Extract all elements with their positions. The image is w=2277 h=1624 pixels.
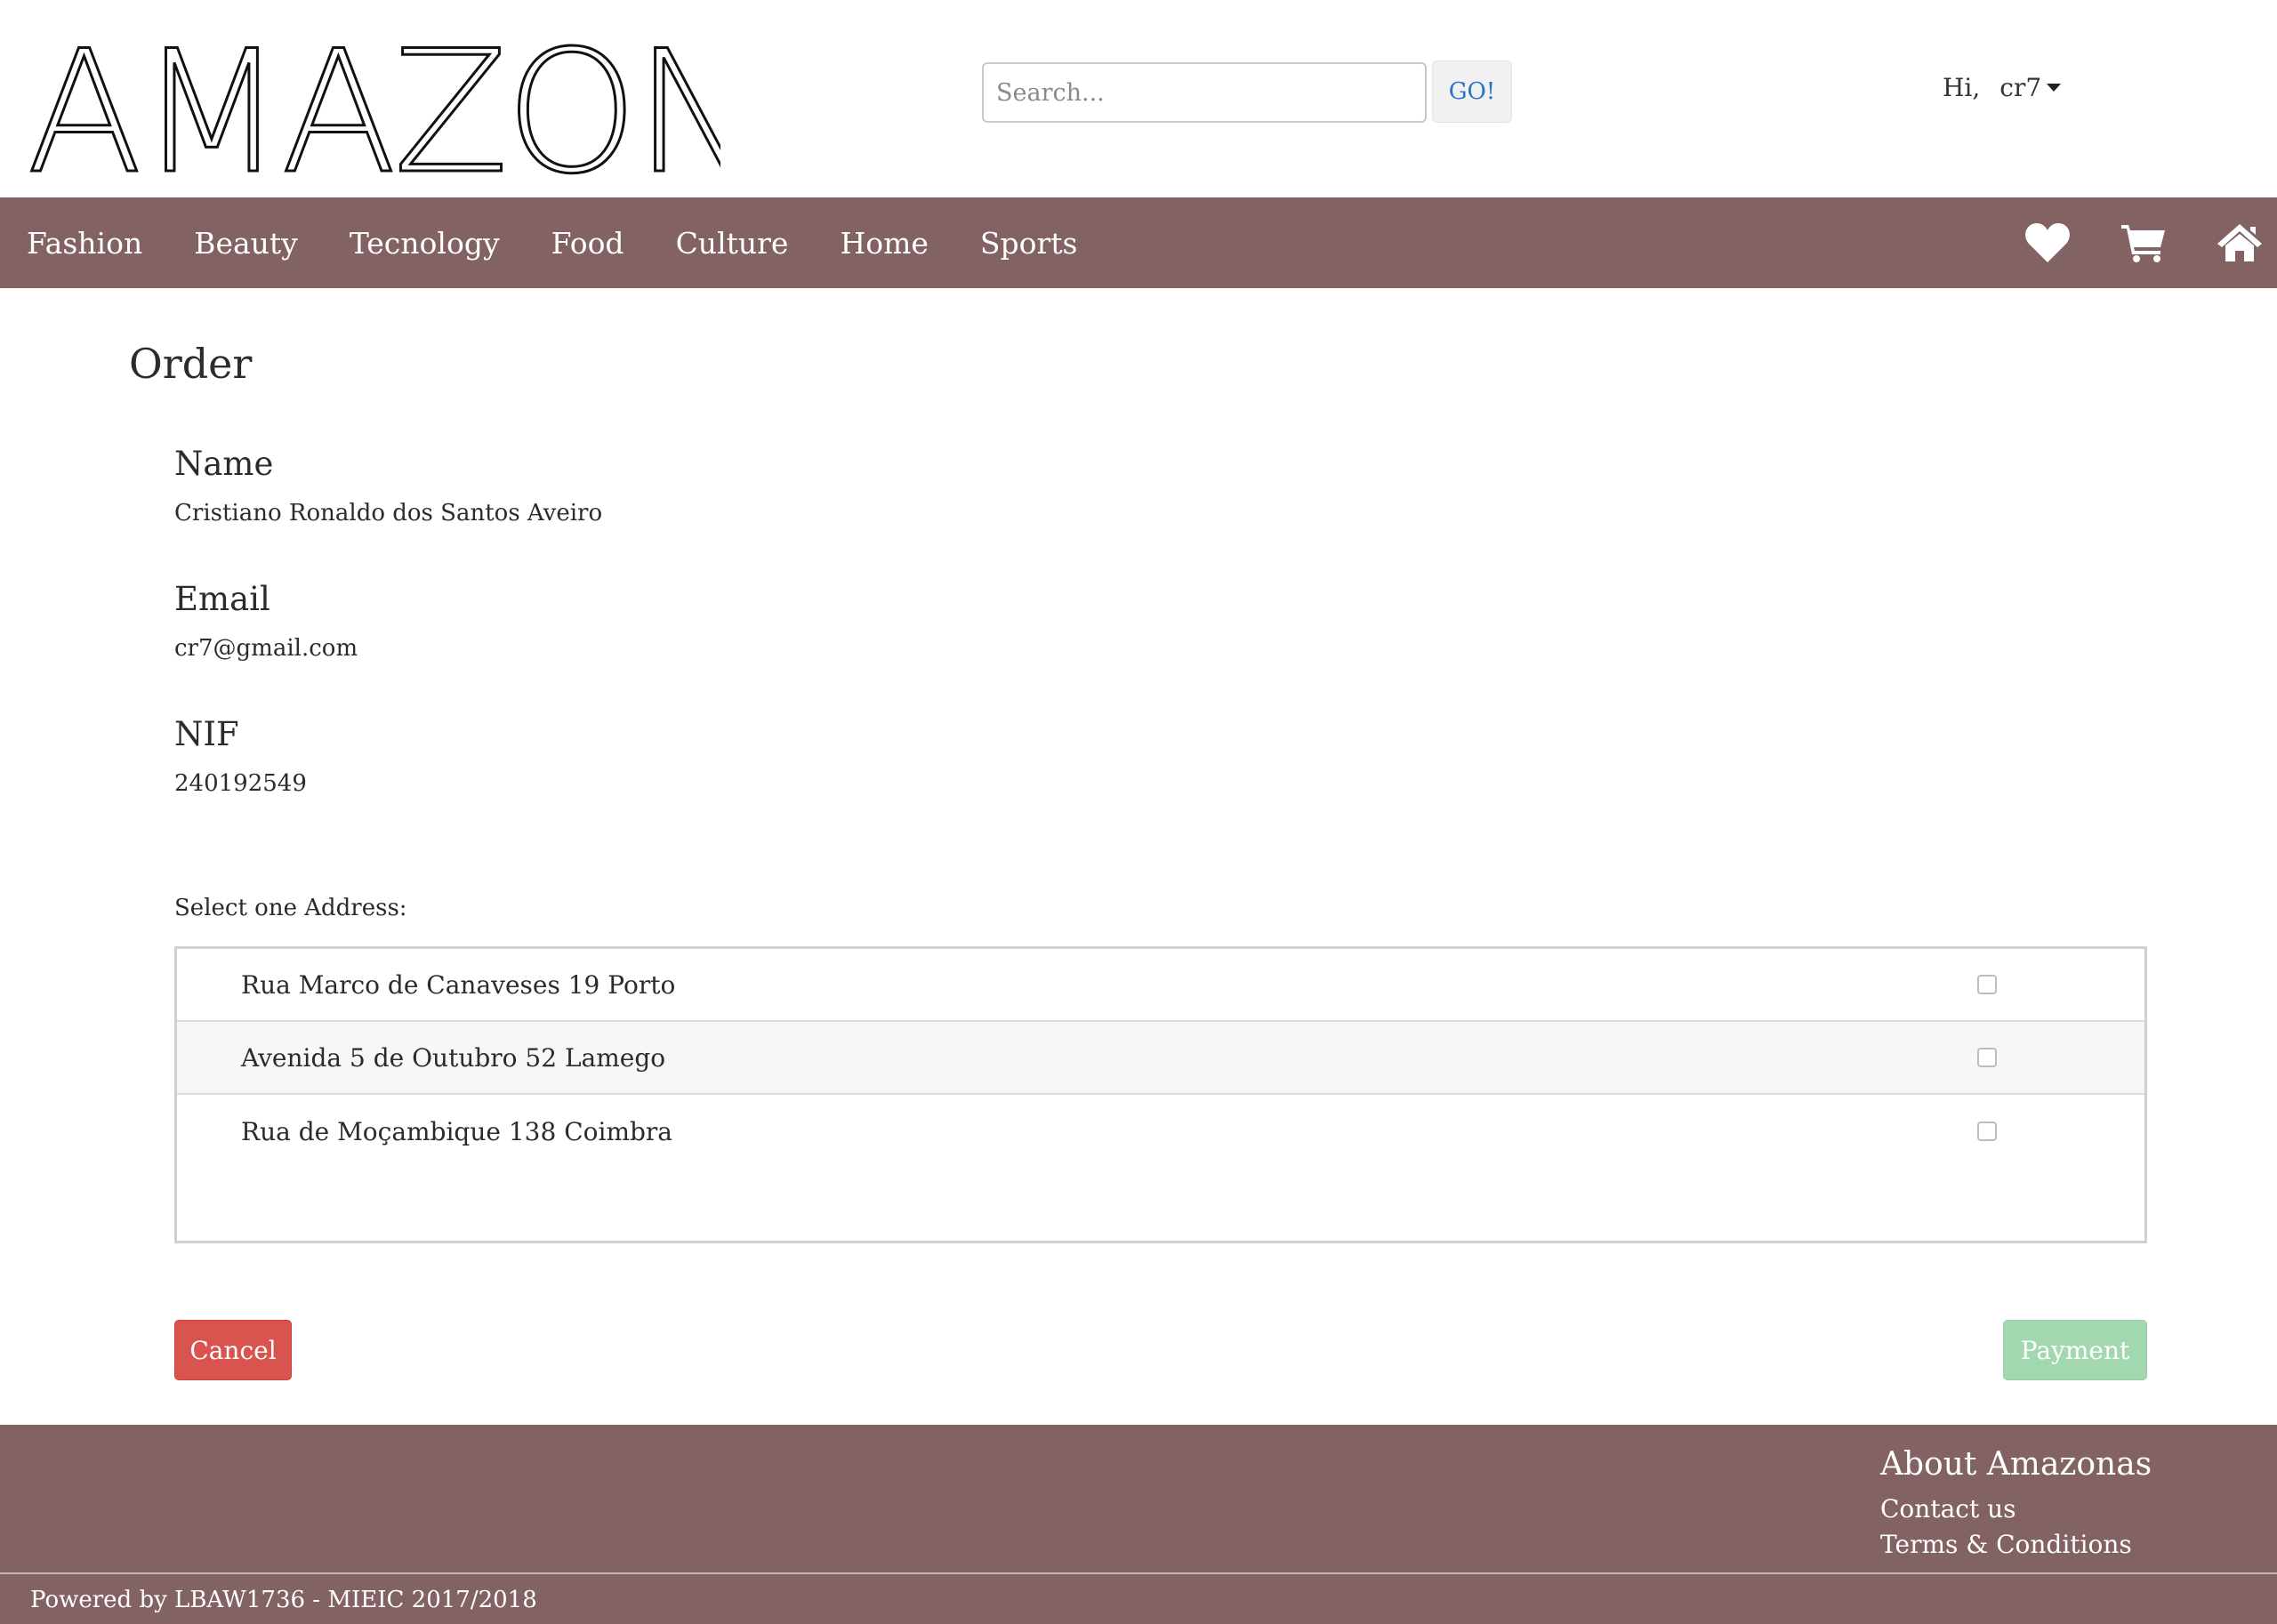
name-value: Cristiano Ronaldo dos Santos Aveiro bbox=[174, 500, 603, 527]
payment-button[interactable]: Payment bbox=[2003, 1320, 2147, 1380]
nav-link-home[interactable]: Home bbox=[840, 226, 928, 261]
user-greeting: Hi, cr7 bbox=[1943, 73, 2062, 102]
category-links: Fashion Beauty Tecnology Food Culture Ho… bbox=[27, 197, 1130, 288]
nif-value: 240192549 bbox=[174, 770, 307, 797]
nav-link-beauty[interactable]: Beauty bbox=[194, 226, 298, 261]
address-row[interactable]: Rua Marco de Canaveses 19 Porto bbox=[177, 949, 2144, 1022]
address-row[interactable]: Avenida 5 de Outubro 52 Lamego bbox=[177, 1022, 2144, 1095]
address-text: Avenida 5 de Outubro 52 Lamego bbox=[241, 1042, 666, 1073]
address-list: Rua Marco de Canaveses 19 Porto Avenida … bbox=[174, 946, 2147, 1243]
name-label: Name bbox=[174, 445, 274, 483]
footer-about-title: About Amazonas bbox=[1880, 1446, 2152, 1483]
caret-down-icon bbox=[2047, 84, 2062, 92]
logo-text: AMAZONAS bbox=[27, 21, 720, 181]
nav-link-sports[interactable]: Sports bbox=[980, 226, 1078, 261]
footer-powered-by: Powered by LBAW1736 - MIEIC 2017/2018 bbox=[30, 1587, 537, 1613]
nav-link-food[interactable]: Food bbox=[551, 226, 624, 261]
address-text: Rua Marco de Canaveses 19 Porto bbox=[241, 969, 676, 1000]
greeting-text: Hi, bbox=[1943, 73, 1981, 102]
nif-label: NIF bbox=[174, 715, 239, 753]
category-navbar: Fashion Beauty Tecnology Food Culture Ho… bbox=[0, 197, 2277, 288]
amazonas-logo[interactable]: AMAZONAS bbox=[27, 21, 720, 181]
search-go-button[interactable]: GO! bbox=[1432, 60, 1512, 123]
heart-icon[interactable] bbox=[2023, 218, 2072, 268]
email-value: cr7@gmail.com bbox=[174, 635, 358, 662]
email-label: Email bbox=[174, 580, 270, 618]
address-prompt: Select one Address: bbox=[174, 895, 407, 921]
nav-link-culture[interactable]: Culture bbox=[676, 226, 789, 261]
address-row[interactable]: Rua de Moçambique 138 Coimbra bbox=[177, 1095, 2144, 1168]
address-text: Rua de Moçambique 138 Coimbra bbox=[241, 1116, 672, 1146]
address-checkbox[interactable] bbox=[1977, 975, 1997, 994]
nav-link-fashion[interactable]: Fashion bbox=[27, 226, 142, 261]
footer-divider bbox=[0, 1572, 2277, 1574]
address-checkbox[interactable] bbox=[1977, 1122, 1997, 1141]
cancel-button[interactable]: Cancel bbox=[174, 1320, 292, 1380]
nav-link-tecnology[interactable]: Tecnology bbox=[350, 226, 500, 261]
page-title: Order bbox=[129, 340, 253, 388]
address-checkbox[interactable] bbox=[1977, 1048, 1997, 1067]
username: cr7 bbox=[1999, 73, 2042, 102]
footer: About Amazonas Contact us Terms & Condit… bbox=[0, 1425, 2277, 1624]
cart-icon[interactable] bbox=[2119, 218, 2168, 268]
user-menu-dropdown[interactable]: cr7 bbox=[1999, 73, 2062, 102]
nav-icons bbox=[2023, 197, 2265, 288]
footer-link-terms[interactable]: Terms & Conditions bbox=[1880, 1530, 2132, 1559]
header: AMAZONAS GO! Hi, cr7 bbox=[0, 0, 2277, 197]
home-icon[interactable] bbox=[2215, 218, 2265, 268]
footer-link-contact[interactable]: Contact us bbox=[1880, 1494, 2016, 1524]
search-input[interactable] bbox=[982, 62, 1427, 123]
